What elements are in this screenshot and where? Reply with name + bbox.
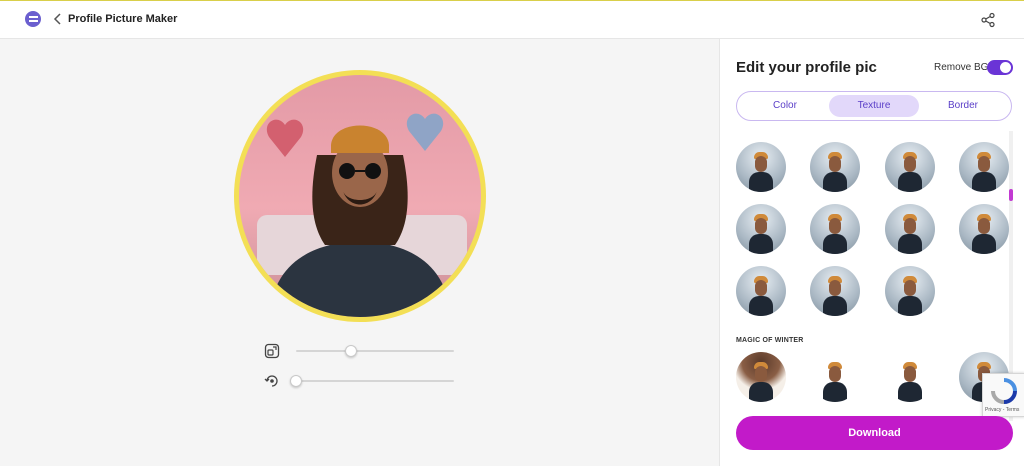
recaptcha-badge[interactable]: Privacy - Terms xyxy=(982,373,1024,417)
tab-color[interactable]: Color xyxy=(741,95,829,117)
rotate-slider-handle[interactable] xyxy=(290,375,302,387)
share-icon[interactable] xyxy=(980,12,996,28)
rotate-slider-row xyxy=(262,371,462,391)
tab-texture[interactable]: Texture xyxy=(829,95,919,117)
size-slider-handle[interactable] xyxy=(345,345,358,357)
texture-option[interactable] xyxy=(885,204,935,254)
texture-option[interactable] xyxy=(810,204,860,254)
texture-option[interactable] xyxy=(736,266,786,316)
person-illustration xyxy=(257,113,467,317)
app-logo[interactable] xyxy=(25,11,41,27)
panel-title: Edit your profile pic xyxy=(736,59,877,76)
texture-option[interactable] xyxy=(736,352,786,402)
remove-bg-toggle[interactable] xyxy=(987,60,1013,75)
download-button[interactable]: Download xyxy=(736,416,1013,450)
remove-bg-label: Remove BG xyxy=(934,62,989,73)
profile-picture-preview[interactable] xyxy=(234,70,486,322)
size-slider-row xyxy=(262,341,462,361)
size-slider-track[interactable] xyxy=(296,350,454,352)
section-label-magic-of-winter: MAGIC OF WINTER xyxy=(736,337,804,344)
tab-border[interactable]: Border xyxy=(919,95,1007,117)
texture-option[interactable] xyxy=(959,142,1009,192)
rotate-slider-track[interactable] xyxy=(296,380,454,382)
texture-option[interactable] xyxy=(959,204,1009,254)
profile-photo xyxy=(239,75,481,317)
texture-option[interactable] xyxy=(810,266,860,316)
texture-option[interactable] xyxy=(810,352,860,402)
editor-canvas xyxy=(0,39,719,466)
back-icon[interactable] xyxy=(52,10,64,28)
rotate-icon xyxy=(264,375,278,387)
page-title: Profile Picture Maker xyxy=(68,13,178,25)
panel-scrollbar-thumb[interactable] xyxy=(1009,189,1013,201)
texture-option[interactable] xyxy=(736,204,786,254)
recaptcha-links[interactable]: Privacy - Terms xyxy=(985,407,1019,413)
texture-option[interactable] xyxy=(885,352,935,402)
resize-icon xyxy=(264,343,280,359)
top-bar: Profile Picture Maker xyxy=(0,1,1024,39)
edit-panel: Edit your profile pic Remove BG Color Te… xyxy=(719,39,1024,466)
recaptcha-icon xyxy=(991,378,1017,404)
edit-tabs: Color Texture Border xyxy=(736,91,1012,121)
texture-option[interactable] xyxy=(810,142,860,192)
texture-option[interactable] xyxy=(736,142,786,192)
texture-option[interactable] xyxy=(885,142,935,192)
texture-option[interactable] xyxy=(885,266,935,316)
